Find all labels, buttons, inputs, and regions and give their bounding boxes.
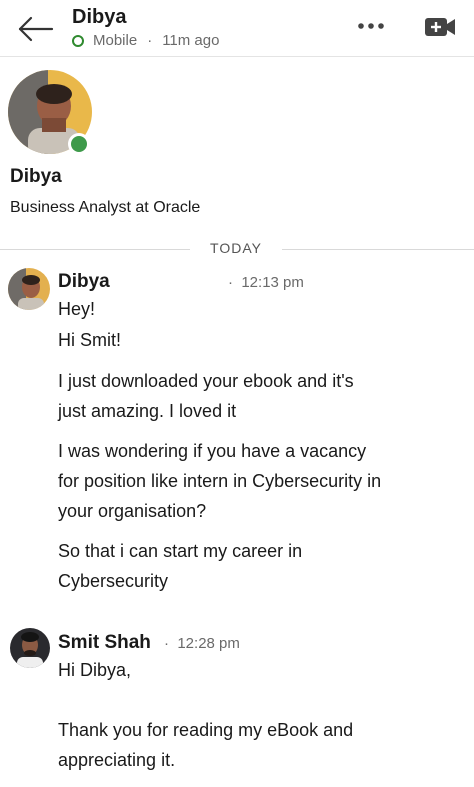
message-text: for position like intern in Cybersecurit… [58, 471, 382, 491]
avatar-photo [10, 628, 50, 668]
status-device: Mobile [93, 32, 138, 49]
message-time: 12:28 pm [177, 635, 240, 652]
video-call-icon [425, 18, 455, 36]
message-sender-name[interactable]: Dibya [58, 271, 110, 293]
back-arrow-icon [18, 16, 54, 42]
back-button[interactable] [14, 12, 54, 46]
sender-avatar[interactable] [8, 268, 50, 310]
last-seen: 11m ago [162, 32, 220, 49]
message-time: 12:13 pm [241, 274, 304, 291]
avatar-photo [8, 268, 50, 310]
profile-headline: Business Analyst at Oracle [10, 199, 201, 216]
online-indicator-icon [71, 136, 87, 152]
presence-status: Mobile · 11m ago [72, 32, 219, 49]
video-call-button[interactable] [424, 14, 456, 40]
message-text: Hi Smit! [58, 330, 121, 350]
message-text: Cybersecurity [58, 571, 169, 591]
message-text: I just downloaded your ebook and it's [58, 371, 354, 391]
message-text: appreciating it. [58, 750, 176, 770]
more-dots-icon [358, 23, 384, 29]
message-text: your organisation? [58, 501, 207, 521]
message-text: Hi Dibya, [58, 660, 132, 680]
message-sender-name[interactable]: Smit Shah [58, 632, 151, 654]
separator-dot: · [147, 32, 153, 49]
date-divider: TODAY [0, 240, 474, 260]
conversation-header: Dibya Mobile · 11m ago [0, 0, 474, 57]
message-text: Thank you for reading my eBook and [58, 720, 354, 740]
online-badge [68, 133, 90, 155]
message-text: So that i can start my career in [58, 541, 303, 561]
message-timestamp: · 12:28 pm [164, 635, 240, 652]
divider-line [0, 249, 190, 250]
separator-dot: · [228, 274, 242, 291]
online-status-icon [72, 34, 84, 47]
date-label: TODAY [210, 240, 262, 256]
contact-name[interactable]: Dibya [72, 6, 126, 29]
more-options-button[interactable] [356, 15, 386, 37]
message-text: Hey! [58, 299, 96, 319]
separator-dot: · [164, 635, 178, 652]
divider-line [282, 249, 474, 250]
message-text: just amazing. I loved it [58, 401, 237, 421]
message-timestamp: · 12:13 pm [228, 274, 304, 291]
message-text: I was wondering if you have a vacancy [58, 441, 367, 461]
profile-name[interactable]: Dibya [10, 166, 62, 188]
sender-avatar[interactable] [10, 628, 50, 668]
